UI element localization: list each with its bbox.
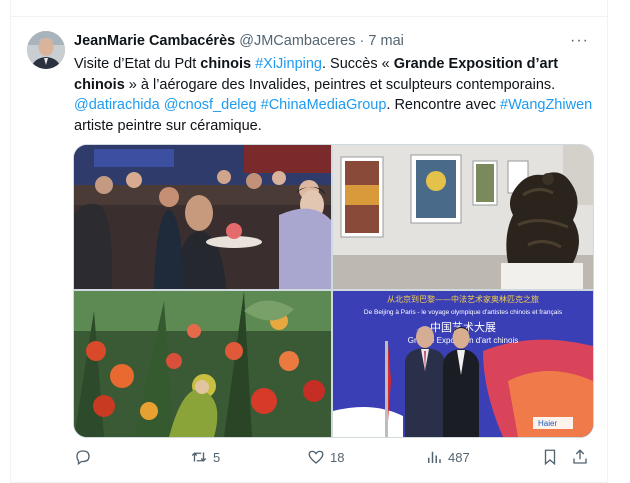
- separator-dot: ·: [359, 33, 365, 49]
- sponsor-logo: Haier: [538, 419, 557, 428]
- avatar[interactable]: [27, 31, 65, 69]
- text-segment: artiste peintre sur céramique.: [74, 117, 262, 134]
- hashtag-link[interactable]: #ChinaMediaGroup: [261, 97, 387, 113]
- bookmark-icon: [544, 449, 556, 466]
- hashtag-link[interactable]: #XiJinping: [255, 56, 322, 72]
- divider: [10, 16, 607, 17]
- like-count: 18: [330, 449, 345, 465]
- views-icon: [428, 451, 441, 463]
- text-segment: » à l’aérogare des Invalides, peintres e…: [124, 76, 556, 93]
- banner-title-chinese: 从北京到巴黎——中法艺术家奥林匹克之旅: [387, 294, 539, 304]
- more-icon[interactable]: ···: [570, 32, 589, 50]
- text-segment: . Rencontre avec: [386, 97, 501, 113]
- tweet-text: Visite d’Etat du Pdt chinois #XiJinping.…: [74, 54, 594, 136]
- tweet-date[interactable]: 7 mai: [368, 33, 403, 49]
- photo-crowd[interactable]: [74, 145, 331, 289]
- author-name[interactable]: JeanMarie Cambacérès: [74, 33, 235, 49]
- text-bold: chinois: [200, 56, 252, 72]
- retweet-count: 5: [213, 449, 221, 465]
- tweet-actions: 5 18 487: [0, 448, 630, 470]
- media-grid: 从北京到巴黎——中法艺术家奥林匹克之旅 De Beijing à Paris -…: [73, 144, 594, 438]
- tweet-header: JeanMarie Cambacérès @JMCambaceres · 7 m…: [74, 33, 404, 49]
- photo-painting[interactable]: [74, 291, 331, 437]
- like-button[interactable]: 18: [307, 448, 344, 466]
- mention-link[interactable]: @cnosf_deleg: [164, 97, 257, 113]
- share-icon: [573, 449, 587, 464]
- retweet-icon: [191, 452, 207, 462]
- previous-tweet-actions: [540, 0, 600, 11]
- share-button[interactable]: [571, 448, 589, 466]
- mention-link[interactable]: @datirachida: [74, 97, 160, 113]
- retweet-button[interactable]: 5: [190, 448, 220, 466]
- reply-icon: [76, 450, 90, 466]
- reply-button[interactable]: [74, 448, 97, 466]
- hashtag-link[interactable]: #WangZhiwen: [500, 97, 592, 113]
- like-icon: [308, 450, 324, 464]
- author-handle[interactable]: @JMCambaceres: [239, 33, 355, 49]
- photo-exhibition-banner[interactable]: 从北京到巴黎——中法艺术家奥林匹克之旅 De Beijing à Paris -…: [333, 291, 593, 437]
- views-button[interactable]: 487: [425, 448, 470, 466]
- banner-subtitle-french: De Beijing à Paris - le voyage olympique…: [364, 309, 563, 316]
- text-segment: . Succès «: [322, 56, 394, 72]
- bookmark-button[interactable]: [541, 448, 559, 466]
- views-count: 487: [448, 449, 470, 465]
- photo-sculpture[interactable]: [333, 145, 593, 289]
- text-segment: Visite d’Etat du Pdt: [74, 56, 201, 72]
